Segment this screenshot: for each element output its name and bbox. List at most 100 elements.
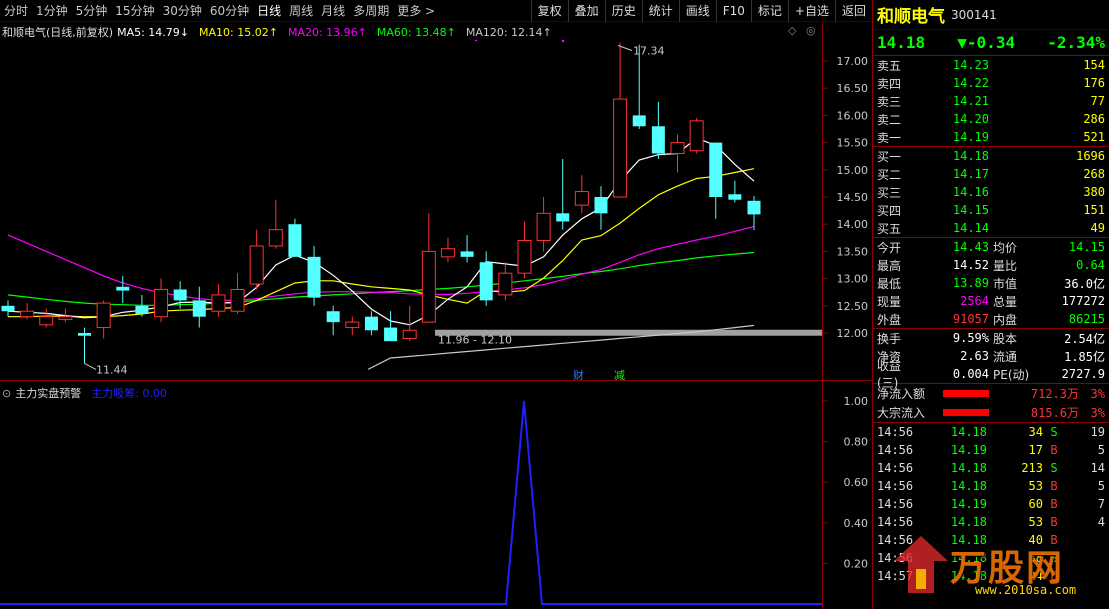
y-tick-label: 13.50 <box>837 245 869 258</box>
stat-label: 换手 <box>877 331 902 346</box>
tick-volume: 213 <box>1021 461 1043 475</box>
toolbar-action-button[interactable]: 标记 <box>750 0 788 22</box>
sell-row[interactable]: 卖一 14.19 521 <box>873 128 1109 146</box>
period-tab[interactable]: 日线 <box>253 0 285 22</box>
stat-label: 现量 <box>877 294 902 309</box>
toolbar-action-button[interactable]: F10 <box>715 0 751 22</box>
fund-flow-label: 净流入额 <box>877 387 926 401</box>
period-tab[interactable]: 多周期 <box>349 0 393 22</box>
tick-row[interactable]: 14:56 14.18 213 S 14 <box>873 459 1109 477</box>
candle-body <box>574 191 589 206</box>
stat-value: 13.89 <box>952 276 989 290</box>
diamond-icon[interactable]: ◇ <box>788 24 796 37</box>
stat-value: 86215 <box>1068 312 1105 326</box>
buy-row[interactable]: 买一 14.18 1696 <box>873 147 1109 165</box>
tick-side: S <box>1050 551 1058 565</box>
price-change: ▼-0.34 <box>957 33 1016 52</box>
indicator-legend: ⊙ 主力实盘预警 主力吸筹: 0.00 <box>2 385 167 401</box>
ma-legend-item: MA60: 13.48↑ <box>376 25 456 39</box>
toolbar-action-button[interactable]: 历史 <box>604 0 642 22</box>
low-price-label: 11.44 <box>96 363 128 376</box>
tick-side: B <box>1050 515 1058 529</box>
y-tick-label: 14.00 <box>837 218 869 231</box>
tick-side: S <box>1050 461 1058 475</box>
toolbar-action-button[interactable]: 叠加 <box>567 0 605 22</box>
indicator-tick-label: 0.40 <box>844 517 869 530</box>
tick-time: 14:56 <box>877 551 914 565</box>
period-tab[interactable]: 分时 <box>0 0 32 22</box>
settings-circle-icon[interactable]: ◎ <box>806 24 816 37</box>
sell-row[interactable]: 卖三 14.21 77 <box>873 92 1109 110</box>
tick-row[interactable]: 14:56 14.19 17 B 5 <box>873 441 1109 459</box>
sell-row[interactable]: 卖二 14.20 286 <box>873 110 1109 128</box>
candle-body <box>670 142 685 154</box>
period-tab[interactable]: 15分钟 <box>111 0 158 22</box>
tick-count: 14 <box>1090 461 1105 475</box>
tick-row[interactable]: 14:56 14.18 38 S <box>873 549 1109 567</box>
period-tab[interactable]: 1分钟 <box>32 0 72 22</box>
period-tab[interactable]: 60分钟 <box>206 0 253 22</box>
y-tick-label: 17.00 <box>837 55 869 68</box>
candle-body <box>192 300 206 317</box>
buy-row[interactable]: 买三 14.16 380 <box>873 183 1109 201</box>
tick-row[interactable]: 14:56 14.19 60 B 7 <box>873 495 1109 513</box>
period-toolbar: 分时 1分钟 5分钟 15分钟 30分钟 60分钟 日线 周线 月线 多周期 更多 > 复权 叠加 历史统… <box>0 0 872 22</box>
period-tab[interactable]: 月线 <box>317 0 349 22</box>
sell-row[interactable]: 卖五 14.23 154 <box>873 56 1109 74</box>
period-tab[interactable]: 30分钟 <box>159 0 206 22</box>
tick-row[interactable]: 14:57 14.18 24 B <box>873 567 1109 585</box>
tick-volume: 53 <box>1028 479 1043 493</box>
indicator-title: 主力实盘预警 <box>15 387 82 400</box>
stat-value: 2.63 <box>960 349 989 363</box>
ma-legend-item: MA20: 13.96↑ <box>287 25 367 39</box>
tick-volume: 60 <box>1028 497 1043 511</box>
candle-body <box>268 229 283 247</box>
stock-code: 300141 <box>951 7 997 22</box>
stat-label: 均价 <box>993 240 1018 255</box>
stat-value: 1.85亿 <box>1064 349 1105 364</box>
period-tab[interactable]: 5分钟 <box>72 0 112 22</box>
toolbar-action-button[interactable]: +自选 <box>787 0 835 22</box>
tick-row[interactable]: 14:56 14.18 40 B <box>873 531 1109 549</box>
tick-row[interactable]: 14:56 14.18 34 S 19 <box>873 423 1109 441</box>
y-tick-label: 16.00 <box>837 109 869 122</box>
stat-label: 流通 <box>993 349 1018 364</box>
candle-body <box>689 120 704 152</box>
tick-count: 4 <box>1097 515 1105 529</box>
toolbar-action-button[interactable]: 统计 <box>641 0 679 22</box>
stat-value: 14.43 <box>952 240 989 254</box>
tick-row[interactable]: 14:56 14.18 53 B 4 <box>873 513 1109 531</box>
stat-value: 2564 <box>960 294 989 308</box>
toolbar-action-button[interactable]: 返回 <box>834 0 872 22</box>
stat-value: 0.64 <box>1076 258 1105 272</box>
buy-volume: 49 <box>1090 221 1105 235</box>
period-tab[interactable]: 更多 > <box>393 0 439 22</box>
high-price-label: 17.34 <box>633 45 665 58</box>
buy-row[interactable]: 买二 14.17 268 <box>873 165 1109 183</box>
y-tick-label: 15.50 <box>837 137 869 150</box>
sell-volume: 77 <box>1090 94 1105 108</box>
buy-row[interactable]: 买五 14.14 49 <box>873 219 1109 237</box>
candle-body <box>173 289 187 301</box>
kline-chart[interactable]: 17.00 16.50 16.00 15.50 15.00 14.50 14.00 13.50… <box>0 40 872 609</box>
buy-book: 买一 14.18 1696 买二 14.17 268 买三 14.16 380 买四 14.15 15… <box>873 147 1109 237</box>
sell-price: 14.22 <box>952 76 989 90</box>
candle-body <box>384 327 398 342</box>
tick-price: 14.18 <box>950 533 987 547</box>
sell-price: 14.23 <box>952 58 989 72</box>
ma-legend-item: MA5: 14.79↓ <box>117 25 190 39</box>
candle-body <box>651 126 665 154</box>
toolbar-action-button[interactable]: 复权 <box>530 0 568 22</box>
sell-volume: 154 <box>1083 58 1105 72</box>
toolbar-action-button[interactable]: 画线 <box>678 0 716 22</box>
tick-row[interactable]: 14:56 14.18 53 B 5 <box>873 477 1109 495</box>
candle-body <box>460 251 474 257</box>
buy-row[interactable]: 买四 14.15 151 <box>873 201 1109 219</box>
sell-row[interactable]: 卖四 14.22 176 <box>873 74 1109 92</box>
stat-value: 14.52 <box>952 258 989 272</box>
stat-label: PE(动) <box>993 367 1030 382</box>
stat-label: 今开 <box>877 240 902 255</box>
buy-volume: 1696 <box>1076 149 1105 163</box>
period-tab[interactable]: 周线 <box>285 0 317 22</box>
indicator-menu-icon[interactable]: ⊙ <box>2 387 11 400</box>
